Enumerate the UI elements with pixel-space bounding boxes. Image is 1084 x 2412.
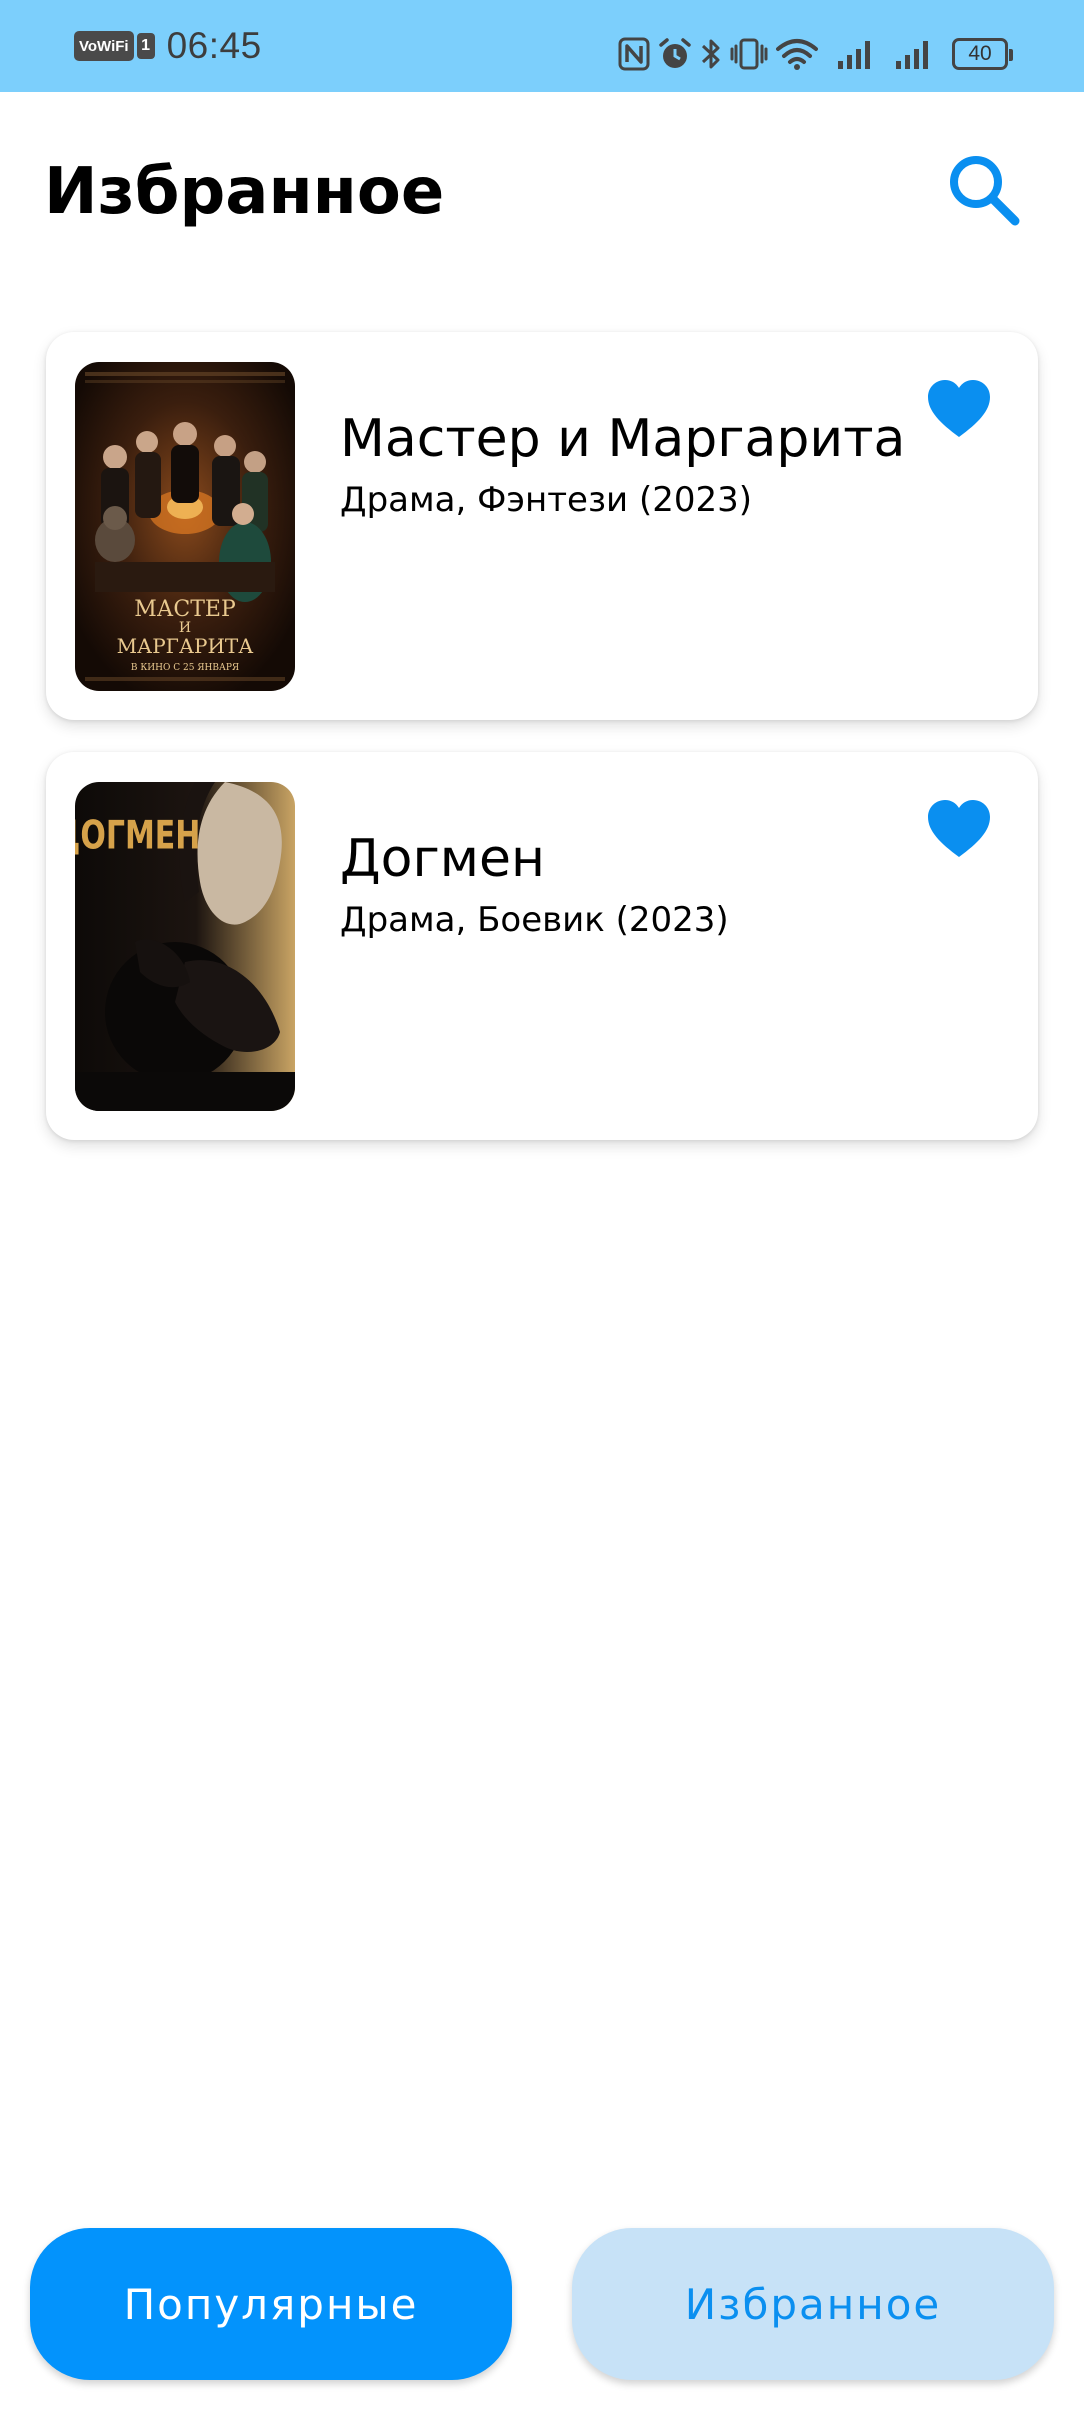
movie-card[interactable]: ДОГМЕН Догмен Драма, Боевик (2023) bbox=[46, 752, 1038, 1140]
heart-icon bbox=[928, 380, 990, 437]
favorite-button[interactable] bbox=[922, 372, 996, 446]
poster-title-line-3: МАРГАРИТА bbox=[117, 634, 254, 658]
movie-poster: МАСТЕР И МАРГАРИТА В КИНО С 25 ЯНВАРЯ bbox=[75, 362, 295, 691]
status-bar-right: 40 bbox=[618, 28, 1013, 80]
signal-2-icon bbox=[896, 41, 928, 69]
popular-tab-button[interactable]: Популярные bbox=[30, 2228, 512, 2380]
status-bar-left: VoWiFi 1 06:45 bbox=[74, 22, 262, 70]
vibrate-icon bbox=[730, 38, 768, 70]
movie-genres-year: Драма, Фэнтези (2023) bbox=[340, 480, 753, 520]
battery-level: 40 bbox=[968, 42, 992, 65]
movie-card[interactable]: МАСТЕР И МАРГАРИТА В КИНО С 25 ЯНВАРЯ Ма… bbox=[46, 332, 1038, 720]
favorites-tab-button[interactable]: Избранное bbox=[572, 2228, 1054, 2380]
sim-slot-badge: 1 bbox=[136, 33, 155, 59]
signal-1-icon bbox=[838, 41, 870, 69]
heart-icon bbox=[928, 800, 990, 857]
favorite-button[interactable] bbox=[922, 792, 996, 866]
battery-icon: 40 bbox=[952, 38, 1013, 70]
search-icon bbox=[950, 156, 1020, 226]
movie-genres-year: Драма, Боевик (2023) bbox=[340, 900, 729, 940]
movie-title: Мастер и Маргарита bbox=[340, 409, 906, 469]
nfc-icon bbox=[618, 37, 650, 71]
poster-title-line-1: МАСТЕР bbox=[134, 597, 236, 622]
search-button[interactable] bbox=[938, 144, 1028, 234]
page-title: Избранное bbox=[44, 155, 445, 229]
movie-poster: ДОГМЕН bbox=[75, 782, 295, 1111]
status-bar: VoWiFi 1 06:45 40 bbox=[0, 0, 1084, 92]
poster-tagline: В КИНО С 25 ЯНВАРЯ bbox=[131, 663, 239, 673]
movie-title: Догмен bbox=[340, 829, 545, 889]
wifi-icon bbox=[776, 39, 818, 70]
vowifi-badge: VoWiFi bbox=[74, 31, 134, 61]
alarm-icon bbox=[659, 38, 691, 68]
bluetooth-icon bbox=[701, 39, 720, 69]
poster-title: ДОГМЕН bbox=[75, 814, 200, 859]
status-time: 06:45 bbox=[166, 25, 262, 66]
